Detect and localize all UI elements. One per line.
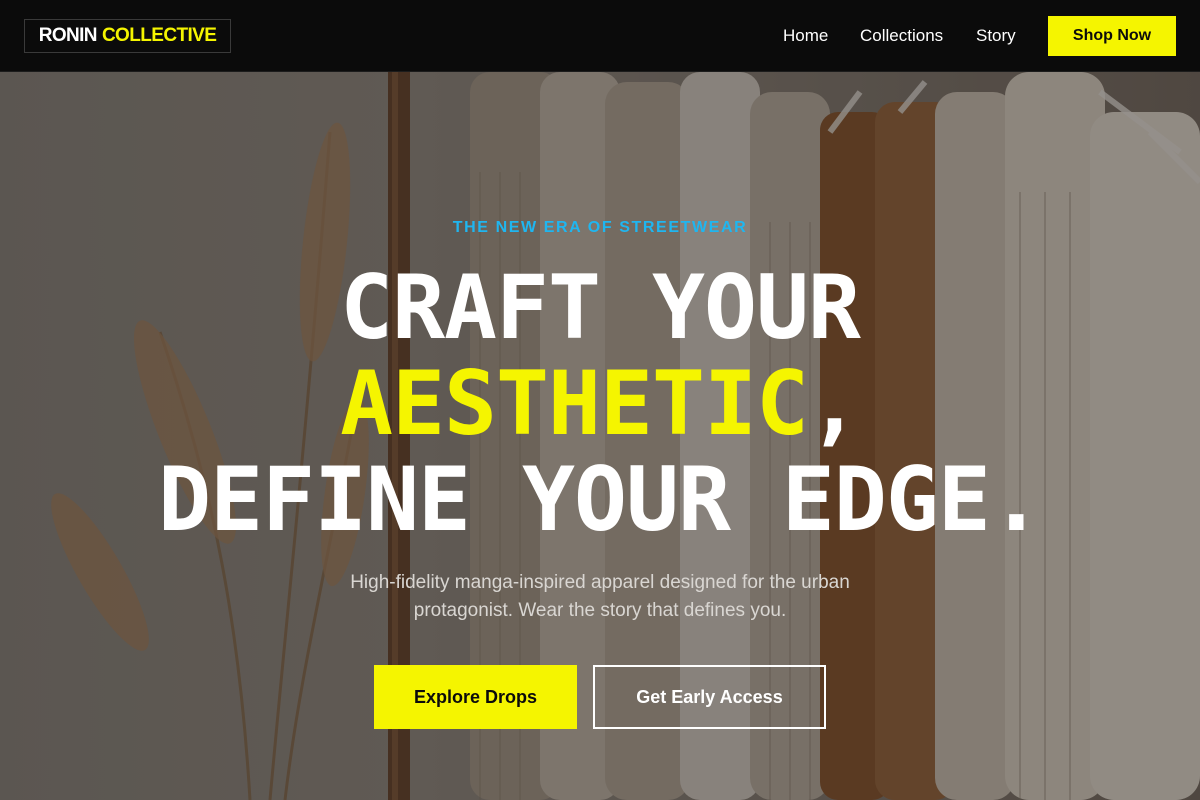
hero-section: THE NEW ERA OF STREETWEAR CRAFT YOUR AES… bbox=[0, 72, 1200, 800]
top-navbar: RONIN COLLECTIVE Home Collections Story … bbox=[0, 0, 1200, 72]
nav-link-story[interactable]: Story bbox=[976, 26, 1016, 46]
headline-accent-word: AESTHETIC bbox=[340, 352, 809, 455]
hero-eyebrow: THE NEW ERA OF STREETWEAR bbox=[452, 219, 748, 236]
headline-line-1: CRAFT YOUR bbox=[340, 256, 861, 359]
headline-line-2: AESTHETIC, bbox=[0, 356, 1200, 452]
headline-line-3: DEFINE YOUR EDGE. bbox=[158, 448, 1043, 551]
brand-name-part2: COLLECTIVE bbox=[101, 25, 217, 46]
explore-drops-button[interactable]: Explore Drops bbox=[374, 665, 577, 729]
brand-name-part1: RONIN bbox=[38, 25, 98, 46]
brand-logo[interactable]: RONIN COLLECTIVE bbox=[24, 19, 231, 53]
shop-now-button[interactable]: Shop Now bbox=[1048, 16, 1176, 56]
nav-link-collections[interactable]: Collections bbox=[860, 26, 943, 46]
headline-comma: , bbox=[807, 352, 861, 455]
hero-subtitle: High-fidelity manga-inspired apparel des… bbox=[350, 572, 850, 621]
get-early-access-button[interactable]: Get Early Access bbox=[593, 665, 826, 729]
nav-link-home[interactable]: Home bbox=[783, 26, 828, 46]
hero-headline: CRAFT YOUR AESTHETIC, DEFINE YOUR EDGE. bbox=[0, 260, 1200, 548]
